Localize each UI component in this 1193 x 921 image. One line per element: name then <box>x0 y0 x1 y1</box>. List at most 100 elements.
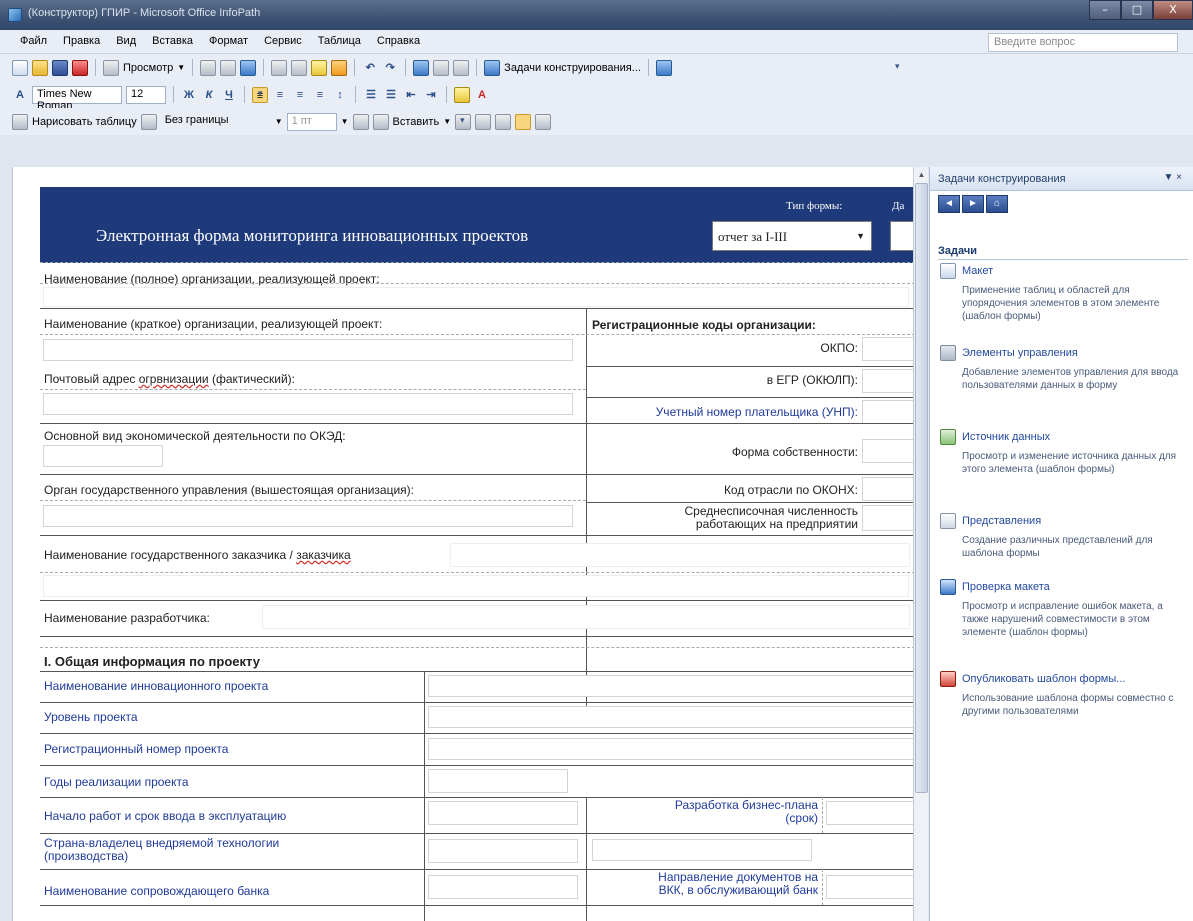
customer-field[interactable] <box>450 543 910 567</box>
formatting-options-icon[interactable]: ▾ <box>258 88 263 99</box>
home-icon[interactable]: ⌂ <box>986 195 1008 213</box>
new-document-icon[interactable] <box>12 59 28 76</box>
justify-icon[interactable]: ≡ <box>312 87 328 103</box>
project-years-field[interactable] <box>428 769 568 793</box>
minimize-button[interactable]: – <box>1089 0 1121 20</box>
menu-insert[interactable]: Вставка <box>150 35 195 47</box>
scroll-thumb[interactable] <box>915 183 928 793</box>
table-tools-icon[interactable] <box>535 113 552 130</box>
draw-table-button[interactable]: Нарисовать таблицу <box>32 116 137 128</box>
copy-icon[interactable] <box>291 59 308 76</box>
permission-icon[interactable] <box>72 59 88 76</box>
org-short-name-field[interactable] <box>43 339 573 361</box>
line-width-select[interactable]: 1 пт <box>286 112 337 131</box>
gov-body-field[interactable] <box>43 505 573 527</box>
ownership-field[interactable] <box>862 439 916 463</box>
ask-question-input[interactable]: Введите вопрос <box>988 33 1178 52</box>
highlight-icon[interactable] <box>454 86 470 103</box>
taskpane-menu-icon[interactable]: ▼ × <box>1163 172 1182 183</box>
task-views-link[interactable]: Представления <box>962 515 1041 527</box>
table-options-icon[interactable]: ▾ <box>460 115 465 126</box>
okonh-field[interactable] <box>862 477 916 501</box>
table-properties-icon[interactable] <box>495 113 512 130</box>
line-spacing-icon[interactable]: ↕ <box>332 87 348 103</box>
open-folder-icon[interactable] <box>32 59 48 76</box>
underline-icon[interactable]: Ч <box>221 87 237 103</box>
docs-field[interactable] <box>826 875 916 899</box>
help-icon[interactable] <box>655 59 672 76</box>
font-name-select[interactable]: Times New Roman <box>32 85 122 112</box>
maximize-button[interactable]: □ <box>1121 0 1153 20</box>
menu-edit[interactable]: Правка <box>61 35 102 47</box>
cut-icon[interactable] <box>271 59 288 76</box>
menu-view[interactable]: Вид <box>114 35 138 47</box>
back-icon[interactable]: ◄ <box>938 195 960 213</box>
form-design-canvas[interactable]: Электронная форма мониторинга инновацион… <box>12 167 916 921</box>
menu-format[interactable]: Формат <box>207 35 250 47</box>
task-data-source-link[interactable]: Источник данных <box>962 431 1050 443</box>
border-style-icon[interactable] <box>140 113 157 130</box>
paste-icon[interactable] <box>311 59 328 76</box>
numbered-list-icon[interactable]: ☰ <box>363 87 379 103</box>
print-icon[interactable] <box>200 59 217 76</box>
design-tasks-icon[interactable] <box>484 59 501 76</box>
postal-address-field[interactable] <box>43 393 573 415</box>
draw-table-icon[interactable] <box>12 113 28 130</box>
org-full-name-field[interactable] <box>43 287 909 307</box>
toolbar-options-icon[interactable]: ▾ <box>895 61 900 72</box>
increase-indent-icon[interactable]: ⇥ <box>423 87 439 103</box>
developer-field[interactable] <box>262 605 910 629</box>
border-style-select[interactable]: Без границы <box>160 112 271 131</box>
task-layout-link[interactable]: Макет <box>962 265 993 277</box>
bank-field[interactable] <box>428 875 578 899</box>
project-name-field[interactable] <box>428 675 916 697</box>
form-type-select[interactable]: отчет за I-III ▼ <box>712 221 872 251</box>
redo-icon[interactable]: ↷ <box>382 60 398 76</box>
format-painter-icon[interactable] <box>331 59 348 76</box>
forward-icon[interactable]: ► <box>962 195 984 213</box>
show-gridlines-icon[interactable] <box>515 113 532 130</box>
italic-icon[interactable]: К <box>201 87 217 103</box>
avg-staff-field[interactable] <box>862 505 916 531</box>
table-icon[interactable] <box>433 59 450 76</box>
font-style-icon[interactable]: A <box>12 87 28 103</box>
menu-tools[interactable]: Сервис <box>262 35 304 47</box>
hyperlink-icon[interactable] <box>413 59 430 76</box>
shading-icon[interactable] <box>372 113 389 130</box>
menu-table[interactable]: Таблица <box>316 35 363 47</box>
egr-field[interactable] <box>862 369 916 393</box>
menu-help[interactable]: Справка <box>375 35 422 47</box>
decrease-indent-icon[interactable]: ⇤ <box>403 87 419 103</box>
print-preview-icon[interactable] <box>220 59 237 76</box>
font-color-icon[interactable]: A <box>474 87 490 103</box>
border-color-icon[interactable] <box>352 113 369 130</box>
bold-icon[interactable]: Ж <box>181 87 197 103</box>
font-size-select[interactable]: 12 <box>126 85 166 104</box>
okzd-field[interactable] <box>43 445 163 467</box>
customer-extra-field[interactable] <box>43 575 909 597</box>
task-design-checker-link[interactable]: Проверка макета <box>962 581 1050 593</box>
align-right-icon[interactable]: ≡ <box>292 87 308 103</box>
close-button[interactable]: X <box>1153 0 1193 20</box>
save-icon[interactable] <box>52 59 68 76</box>
okpo-field[interactable] <box>862 337 916 361</box>
country-field[interactable] <box>428 839 578 863</box>
project-level-field[interactable] <box>428 706 916 728</box>
undo-icon[interactable]: ↶ <box>362 60 378 76</box>
country-extra-field[interactable] <box>592 839 812 861</box>
menu-file[interactable]: Файл <box>18 35 49 47</box>
project-regnum-field[interactable] <box>428 738 916 760</box>
scroll-up-icon[interactable]: ▲ <box>914 167 929 182</box>
task-publish-link[interactable]: Опубликовать шаблон формы... <box>962 673 1125 685</box>
insert-button[interactable]: Вставить <box>393 116 440 128</box>
bizplan-field[interactable] <box>826 801 916 825</box>
task-controls-link[interactable]: Элементы управления <box>962 347 1078 359</box>
split-cells-icon[interactable] <box>475 113 492 130</box>
canvas-scrollbar[interactable]: ▲ <box>913 167 928 921</box>
columns-icon[interactable] <box>453 59 470 76</box>
preview-button[interactable]: Просмотр <box>123 62 173 74</box>
bulleted-list-icon[interactable]: ☰ <box>383 87 399 103</box>
design-tasks-button[interactable]: Задачи конструирования... <box>504 62 641 74</box>
spelling-icon[interactable] <box>240 59 257 76</box>
align-center-icon[interactable]: ≡ <box>272 87 288 103</box>
